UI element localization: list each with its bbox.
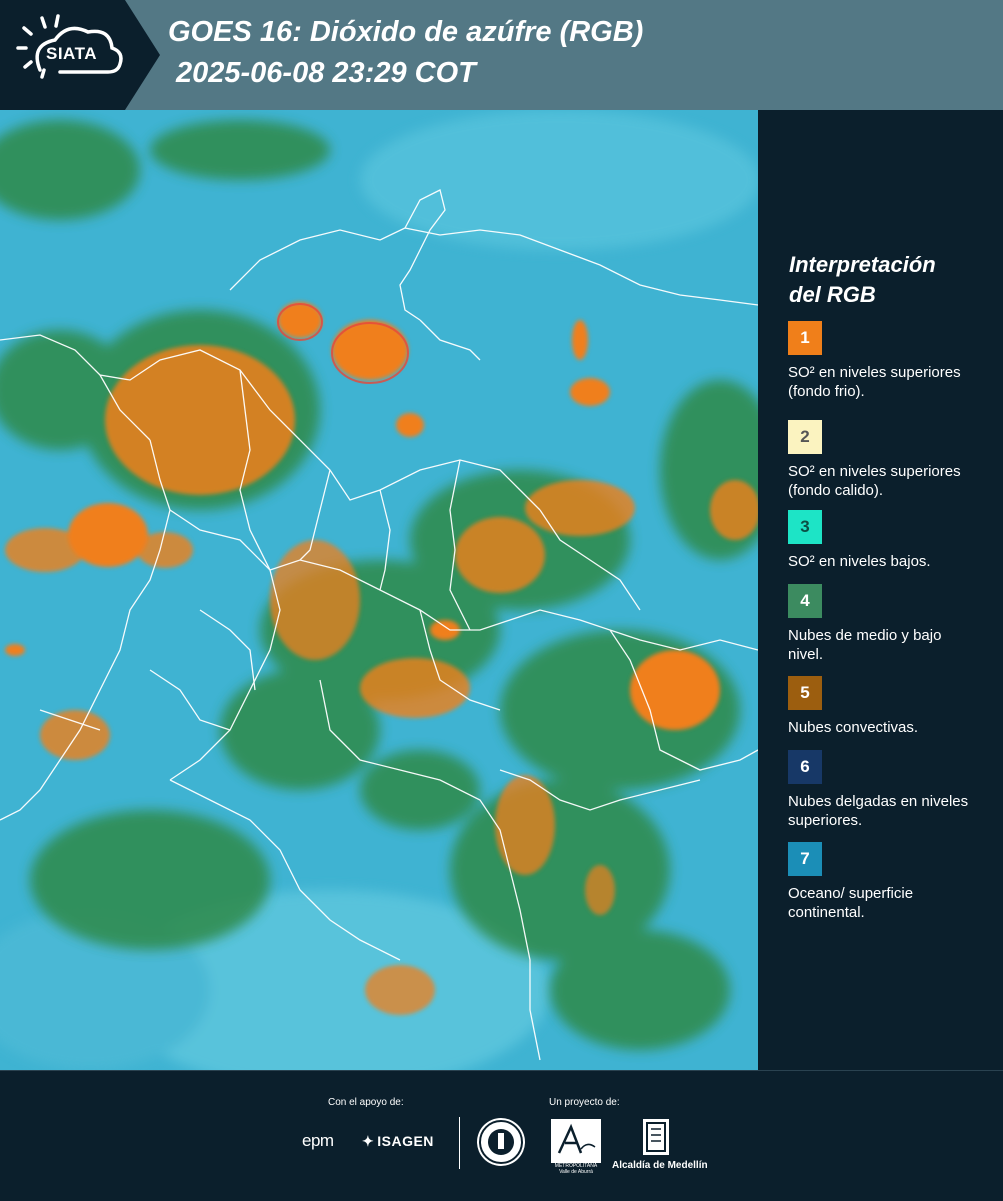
legend-number: 2	[800, 427, 810, 446]
medellin-seal-icon	[477, 1118, 525, 1166]
legend-number: 4	[800, 591, 810, 610]
legend-swatch-6: 6	[788, 750, 822, 784]
legend-label: Nubes delgadas en niveles superiores.	[788, 793, 969, 829]
legend-label: SO² en niveles bajos.	[788, 553, 931, 570]
header-bar: SIATA GOES 16: Dióxido de azúfre (RGB) 2…	[0, 0, 1003, 110]
legend-item-2: 2 SO² en niveles superiores (fondo calid…	[788, 420, 988, 500]
isagen-mark-icon: ✦	[362, 1133, 375, 1149]
legend-label: SO² en niveles superiores (fondo frio).	[788, 364, 961, 400]
legend-label: SO² en niveles superiores (fondo calido)…	[788, 463, 961, 499]
legend-title-line2: del RGB	[789, 282, 876, 307]
legend-number: 5	[800, 683, 810, 702]
area-metropolitana-logo	[551, 1119, 601, 1163]
satellite-map	[0, 110, 758, 1070]
legend-swatch-1: 1	[788, 321, 822, 355]
siata-logo: SIATA	[0, 0, 160, 110]
rgb-legend: Interpretación del RGB 1 SO² en niveles …	[758, 110, 1003, 1070]
page-datetime: 2025-06-08 23:29 COT	[176, 57, 476, 89]
legend-swatch-7: 7	[788, 842, 822, 876]
support-label: Con el apoyo de:	[328, 1097, 404, 1108]
legend-number: 3	[800, 517, 810, 536]
footer-divider	[459, 1117, 460, 1169]
legend-number: 1	[800, 328, 810, 347]
logo-text: SIATA	[46, 44, 97, 63]
page-title: GOES 16: Dióxido de azúfre (RGB)	[168, 16, 644, 48]
legend-title: Interpretación del RGB	[789, 250, 989, 310]
alcaldia-crest-icon	[643, 1119, 669, 1155]
legend-number: 6	[800, 757, 810, 776]
legend-item-1: 1 SO² en niveles superiores (fondo frio)…	[788, 321, 988, 401]
epm-logo: epm	[302, 1131, 334, 1150]
legend-label: Oceano/ superficie continental.	[788, 885, 914, 921]
legend-item-3: 3 SO² en niveles bajos.	[788, 510, 988, 571]
legend-label: Nubes convectivas.	[788, 719, 919, 736]
footer: Con el apoyo de: Un proyecto de: epm ✦ IS…	[0, 1070, 1003, 1201]
legend-item-4: 4 Nubes de medio y bajo nivel.	[788, 584, 988, 664]
legend-swatch-5: 5	[788, 676, 822, 710]
legend-swatch-3: 3	[788, 510, 822, 544]
isagen-text: ISAGEN	[377, 1133, 434, 1149]
legend-item-6: 6 Nubes delgadas en niveles superiores.	[788, 750, 988, 830]
legend-item-5: 5 Nubes convectivas.	[788, 676, 988, 737]
legend-swatch-2: 2	[788, 420, 822, 454]
project-label: Un proyecto de:	[549, 1097, 620, 1108]
legend-swatch-4: 4	[788, 584, 822, 618]
legend-title-line1: Interpretación	[789, 252, 936, 277]
alcaldia-text: Alcaldía de Medellín	[612, 1160, 708, 1171]
legend-label: Nubes de medio y bajo nivel.	[788, 627, 942, 663]
legend-number: 7	[800, 849, 810, 868]
isagen-logo: ✦ ISAGEN	[362, 1133, 434, 1150]
area-metropolitana-text: METROPOLITANA Valle de Aburrá	[554, 1163, 598, 1175]
legend-item-7: 7 Oceano/ superficie continental.	[788, 842, 988, 922]
